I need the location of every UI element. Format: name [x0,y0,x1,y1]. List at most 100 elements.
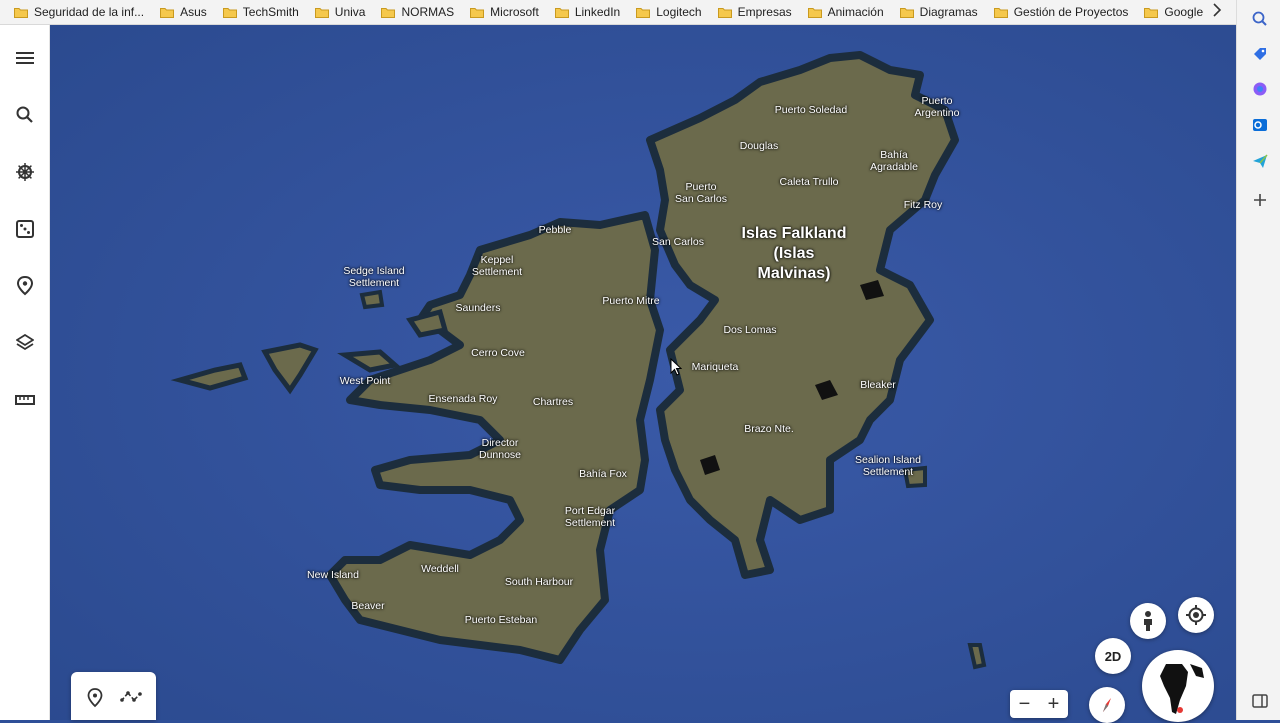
search-icon[interactable] [1251,10,1269,28]
pegman-icon [1144,611,1152,631]
place-label-weddell[interactable]: Weddell [421,563,459,575]
bookmark-folder[interactable]: Seguridad de la inf... [6,1,152,23]
chevron-right-icon[interactable] [1212,3,1222,20]
place-label-ensenada-roy[interactable]: Ensenada Roy [429,393,498,405]
my-location-icon [1186,605,1206,625]
folder-icon [899,7,914,18]
place-label-caleta-trullo[interactable]: Caleta Trullo [780,176,839,188]
bookmark-folder[interactable]: Asus [152,1,215,23]
compass-button[interactable] [1089,687,1125,723]
bookmark-folder[interactable]: Empresas [710,1,800,23]
place-label-saunders[interactable]: Saunders [456,302,501,314]
folder-icon [993,7,1008,18]
place-label-puerto-argentino[interactable]: Puerto Argentino [915,95,960,119]
place-label-puerto-soledad[interactable]: Puerto Soledad [775,104,847,116]
folder-icon [717,7,732,18]
place-label-west-point[interactable]: West Point [340,375,391,387]
drawing-tools-card [71,672,156,720]
place-label-keppel[interactable]: Keppel Settlement [472,254,522,278]
bookmark-folder[interactable]: Diagramas [892,1,986,23]
place-label-bahia-fox[interactable]: Bahía Fox [579,468,627,480]
place-label-islas-falkland[interactable]: Islas Falkland (Islas Malvinas) [742,224,847,284]
bookmark-label: Seguridad de la inf... [34,5,145,19]
place-label-dos-lomas[interactable]: Dos Lomas [723,324,776,336]
place-label-south-harbour[interactable]: South Harbour [505,576,573,588]
menu-icon[interactable] [12,45,38,71]
folder-icon [807,7,822,18]
place-label-beaver[interactable]: Beaver [351,600,384,612]
place-label-bleaker[interactable]: Bleaker [860,379,896,391]
bookmark-folder[interactable]: Animación [800,1,892,23]
bookmark-label: Animación [827,5,884,19]
place-label-puerto-mitre[interactable]: Puerto Mitre [602,295,659,307]
draw-path-icon[interactable] [120,690,144,709]
2d-toggle-button[interactable]: 2D [1095,638,1131,674]
bookmark-folder[interactable]: Univa [307,1,374,23]
place-label-cerro-cove[interactable]: Cerro Cove [471,347,525,359]
bookmark-folder[interactable]: Gestión de Proyectos [986,1,1137,23]
zoom-out-button[interactable]: − [1010,690,1039,718]
bookmarks-bar: Seguridad de la inf... Asus TechSmith Univa… [0,0,1236,25]
place-label-pebble[interactable]: Pebble [539,224,572,236]
place-label-sealion-island[interactable]: Sealion Island Settlement [855,454,921,478]
place-label-mariqueta[interactable]: Mariqueta [692,361,739,373]
bookmark-folder[interactable]: Microsoft [462,1,547,23]
send-icon[interactable] [1251,152,1269,170]
place-label-san-carlos[interactable]: San Carlos [652,236,704,248]
bookmark-label: Microsoft [490,5,539,19]
compass-icon [1103,698,1111,712]
place-label-puerto-san-carlos[interactable]: Puerto San Carlos [675,181,727,205]
browser-sidebar [1236,0,1280,720]
copilot-icon[interactable] [1251,80,1269,98]
mouse-cursor-icon [670,358,682,376]
map-view[interactable]: Puerto Soledad Puerto Argentino Douglas Bah… [50,25,1236,720]
place-label-brazo-nte[interactable]: Brazo Nte. [744,423,794,435]
folder-icon [314,7,329,18]
folder-icon [160,7,175,18]
bookmark-folder[interactable]: LinkedIn [547,1,628,23]
tag-icon[interactable] [1251,45,1269,63]
bookmark-label: Google [1164,5,1204,19]
place-label-puerto-esteban[interactable]: Puerto Esteban [465,614,537,626]
zoom-in-button[interactable]: + [1039,690,1068,718]
add-icon[interactable] [1251,191,1269,209]
place-label-sedge-island[interactable]: Sedge Island Settlement [343,265,404,289]
place-label-port-edgar[interactable]: Port Edgar Settlement [565,505,615,529]
outlook-icon[interactable] [1251,116,1269,134]
globe-icon [1148,656,1208,716]
voyager-wheel-icon[interactable] [12,159,38,185]
bookmark-label: Gestión de Proyectos [1013,5,1129,19]
place-label-director-dunnose[interactable]: Director Dunnose [479,437,521,461]
zoom-control: − + [1010,690,1068,718]
place-label-fitz-roy[interactable]: Fitz Roy [904,199,943,211]
map-pin-icon[interactable] [12,273,38,299]
place-label-douglas[interactable]: Douglas [740,140,779,152]
folder-icon [554,7,569,18]
bookmark-folder[interactable]: NORMAS [373,1,462,23]
place-label-new-island[interactable]: New Island [307,569,359,581]
bookmark-label: Diagramas [919,5,978,19]
place-label-bahia-agradable[interactable]: Bahía Agradable [870,149,918,173]
bookmark-folder[interactable]: Logitech [628,1,709,23]
globe-button[interactable] [1142,650,1214,722]
bookmark-label: Empresas [737,5,792,19]
folder-icon [14,7,28,18]
folder-icon [470,7,485,18]
ruler-icon[interactable] [12,387,38,413]
add-placemark-icon[interactable] [87,688,103,713]
bookmarks-list: Seguridad de la inf... Asus TechSmith Univa… [0,1,1211,23]
dice-icon[interactable] [12,216,38,242]
panel-icon[interactable] [1251,692,1269,710]
search-icon[interactable] [12,102,38,128]
bookmark-label: Univa [334,5,366,19]
bookmark-folder[interactable]: TechSmith [215,1,307,23]
my-location-button[interactable] [1178,597,1214,633]
bookmark-folder[interactable]: Google [1136,1,1211,23]
left-toolbar [0,25,50,720]
pegman-button[interactable] [1130,603,1166,639]
place-label-chartres[interactable]: Chartres [533,396,573,408]
folder-icon [222,7,237,18]
folder-icon [1144,7,1159,18]
layers-icon[interactable] [12,330,38,356]
bookmark-label: NORMAS [401,5,455,19]
